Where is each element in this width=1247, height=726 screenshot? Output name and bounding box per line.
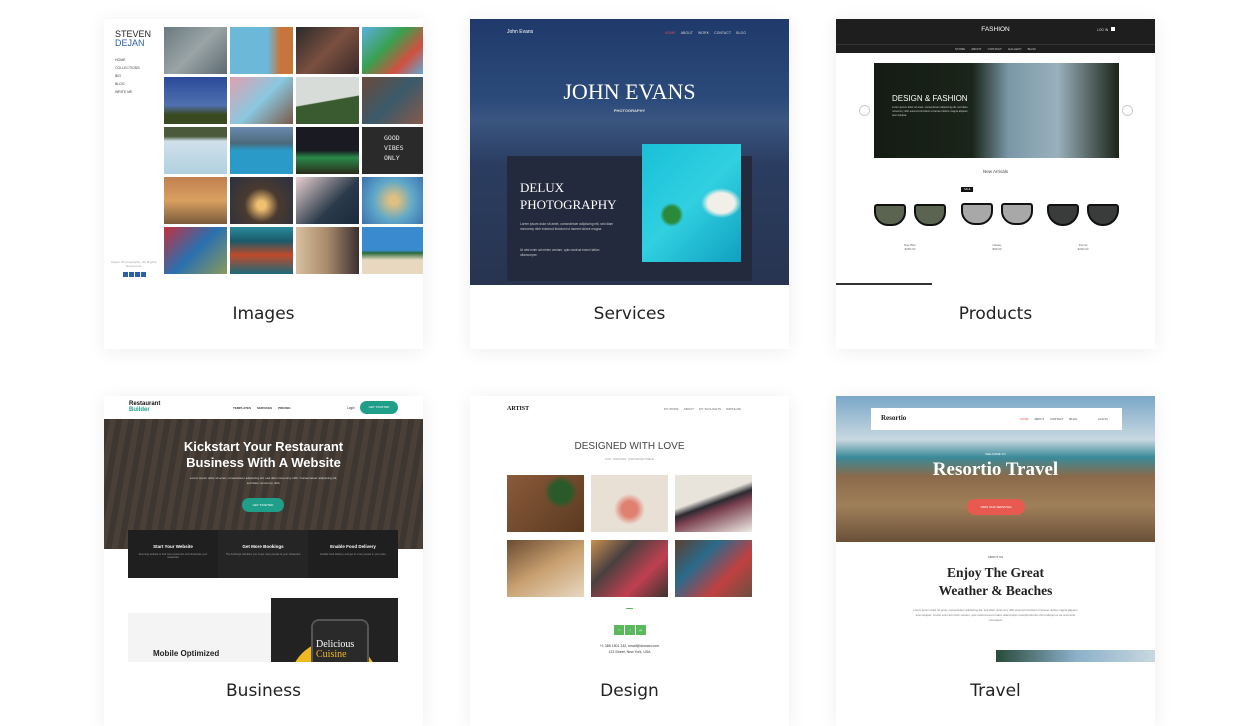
preview-heading: Enjoy The Great Weather & Beaches [938,565,1053,598]
preview-brand: John Evans [507,29,534,35]
preview-footer: Dejan Photography. All Rights Reserved. [111,260,157,268]
preview-nav-item: HOME [115,58,126,62]
template-label[interactable]: Services [470,304,789,324]
carousel-prev-icon [859,105,870,116]
photo-grid [507,475,752,597]
carousel-next-icon [1122,105,1133,116]
preview-nav-item: BIO [115,74,122,78]
preview-nav: STORE ABOUT CONTACT GALLERY BLOG [836,44,1155,51]
preview-title: JOHN EVANS [563,79,696,104]
preview-subtitle: PHOTOGRAPHY [613,108,646,113]
preview-nav-item: COLLECTIONS [115,66,140,70]
preview-title: DESIGNED WITH LOVE [574,441,685,452]
preview-photo [642,144,741,262]
cart-icon [1111,27,1115,31]
template-label[interactable]: Design [470,681,789,701]
preview-section-title: Mobile Optimized [153,649,220,658]
preview-features: Start Your Website Stunning website to fi… [128,530,398,578]
template-card-business[interactable]: Restaurant Builder TEMPLATES SERVICES PRICI… [104,396,423,726]
preview-text: Ut wisi enim ad minim veniam, quis nostr… [520,248,600,257]
preview-section-title: DELUX PHOTOGRAPHY [520,180,617,212]
facebook-icon: f [614,625,624,635]
template-card-design[interactable]: ARTIST MY WORK ABOUT MY THOUGHTS WRITE ME D… [470,396,789,726]
photo-grid: GOOD VIBES ONLY [164,27,423,274]
preview-brand: Resortio [881,414,907,422]
template-preview-images: STEVEN DEJAN HOME COLLECTIONS BIO BLOG W… [104,19,423,285]
preview-contact: +1 388 1501 332, email@domain.com 123 Str… [599,644,660,654]
template-card-images[interactable]: STEVEN DEJAN HOME COLLECTIONS BIO BLOG W… [104,19,423,349]
preview-hero-title: Kickstart Your Restaurant Business With A… [183,439,344,470]
preview-title: Resortio Travel [932,459,1059,480]
phone-text: Delicious Cuisine [316,639,355,660]
product-image [874,202,946,228]
product-info: Ray-Ban $150.00 [904,243,916,251]
template-preview-design: ARTIST MY WORK ABOUT MY THOUGHTS WRITE ME D… [470,396,789,662]
preview-nav-item: WRITE ME [115,90,133,94]
preview-subtitle: FUN, AMAZING, UNFORGETTABLE [604,457,655,461]
email-icon [141,272,146,277]
template-label[interactable]: Business [104,681,423,701]
preview-hero-cta: GET STARTED [242,498,284,512]
preview-nav-item: BLOG [115,82,125,86]
preview-hero-text: Lorem ipsum dolor sit amet, consectetuer… [892,106,968,117]
preview-hero-title: DESIGN & FASHION [892,94,968,103]
preview-brand: Restaurant Builder [129,401,161,413]
preview-about: ABOUT US [987,555,1004,559]
template-label[interactable]: Products [836,304,1155,324]
template-preview-products: FASHION LOG IN STORE ABOUT CONTACT GALLERY B… [836,19,1155,285]
preview-nav: HOME ABOUT WORK CONTACT BLOG [665,31,747,35]
pinterest-icon [135,272,140,277]
photo-text: GOOD VIBES ONLY [384,134,404,162]
preview-nav: TEMPLATES SERVICES PRICING [233,406,291,410]
preview-nav: HOME ABOUT CONTACT BLOG [1020,417,1078,421]
preview-login: LOG IN [1097,28,1109,32]
preview-nav: MY WORK ABOUT MY THOUGHTS WRITE ME [664,407,742,411]
product-info: Oakley $99.00 [992,243,1002,251]
product-image [1047,202,1119,228]
template-card-products[interactable]: FASHION LOG IN STORE ABOUT CONTACT GALLERY B… [836,19,1155,349]
sale-badge: SALE [961,187,974,192]
preview-brand: ARTIST [507,406,530,412]
preview-section-title: New Arrivals [982,169,1008,174]
google-plus-icon: g+ [636,625,646,635]
preview-social: f t g+ [614,625,646,635]
template-label[interactable]: Images [104,304,423,324]
template-preview-services: John Evans HOME ABOUT WORK CONTACT BLOG JOHN… [470,19,789,285]
template-preview-business: Restaurant Builder TEMPLATES SERVICES PRICI… [104,396,423,662]
preview-text: Lorem ipsum dolor sit amet, consectetuer… [520,222,614,231]
facebook-icon [123,272,128,277]
preview-cta: GET STARTED [360,401,398,414]
preview-welcome: WELCOME TO [985,452,1006,456]
preview-phone-panel: Delicious Cuisine [271,598,398,662]
product-image [961,201,1033,227]
preview-login: Login [347,406,355,410]
preview-cta: VIEW OUR SERVICES [967,499,1025,515]
product-info: Persol $200.00 [1077,243,1089,251]
template-preview-travel: Resortio HOME ABOUT CONTACT BLOG LOG IN WEL… [836,396,1155,662]
instagram-icon [129,272,134,277]
twitter-icon: t [625,625,635,635]
template-label[interactable]: Travel [836,681,1155,701]
preview-login: LOG IN [1098,417,1108,421]
preview-social [123,272,146,277]
preview-brand-2: DEJAN [115,38,145,48]
preview-header [871,408,1122,430]
preview-hero-text: Lorem ipsum dolor sit amet, consectetuer… [189,476,338,485]
template-card-travel[interactable]: Resortio HOME ABOUT CONTACT BLOG LOG IN WEL… [836,396,1155,726]
template-card-services[interactable]: John Evans HOME ABOUT WORK CONTACT BLOG JOHN… [470,19,789,349]
preview-text: Lorem ipsum dolor sit amet, consectetuer… [913,608,1078,622]
